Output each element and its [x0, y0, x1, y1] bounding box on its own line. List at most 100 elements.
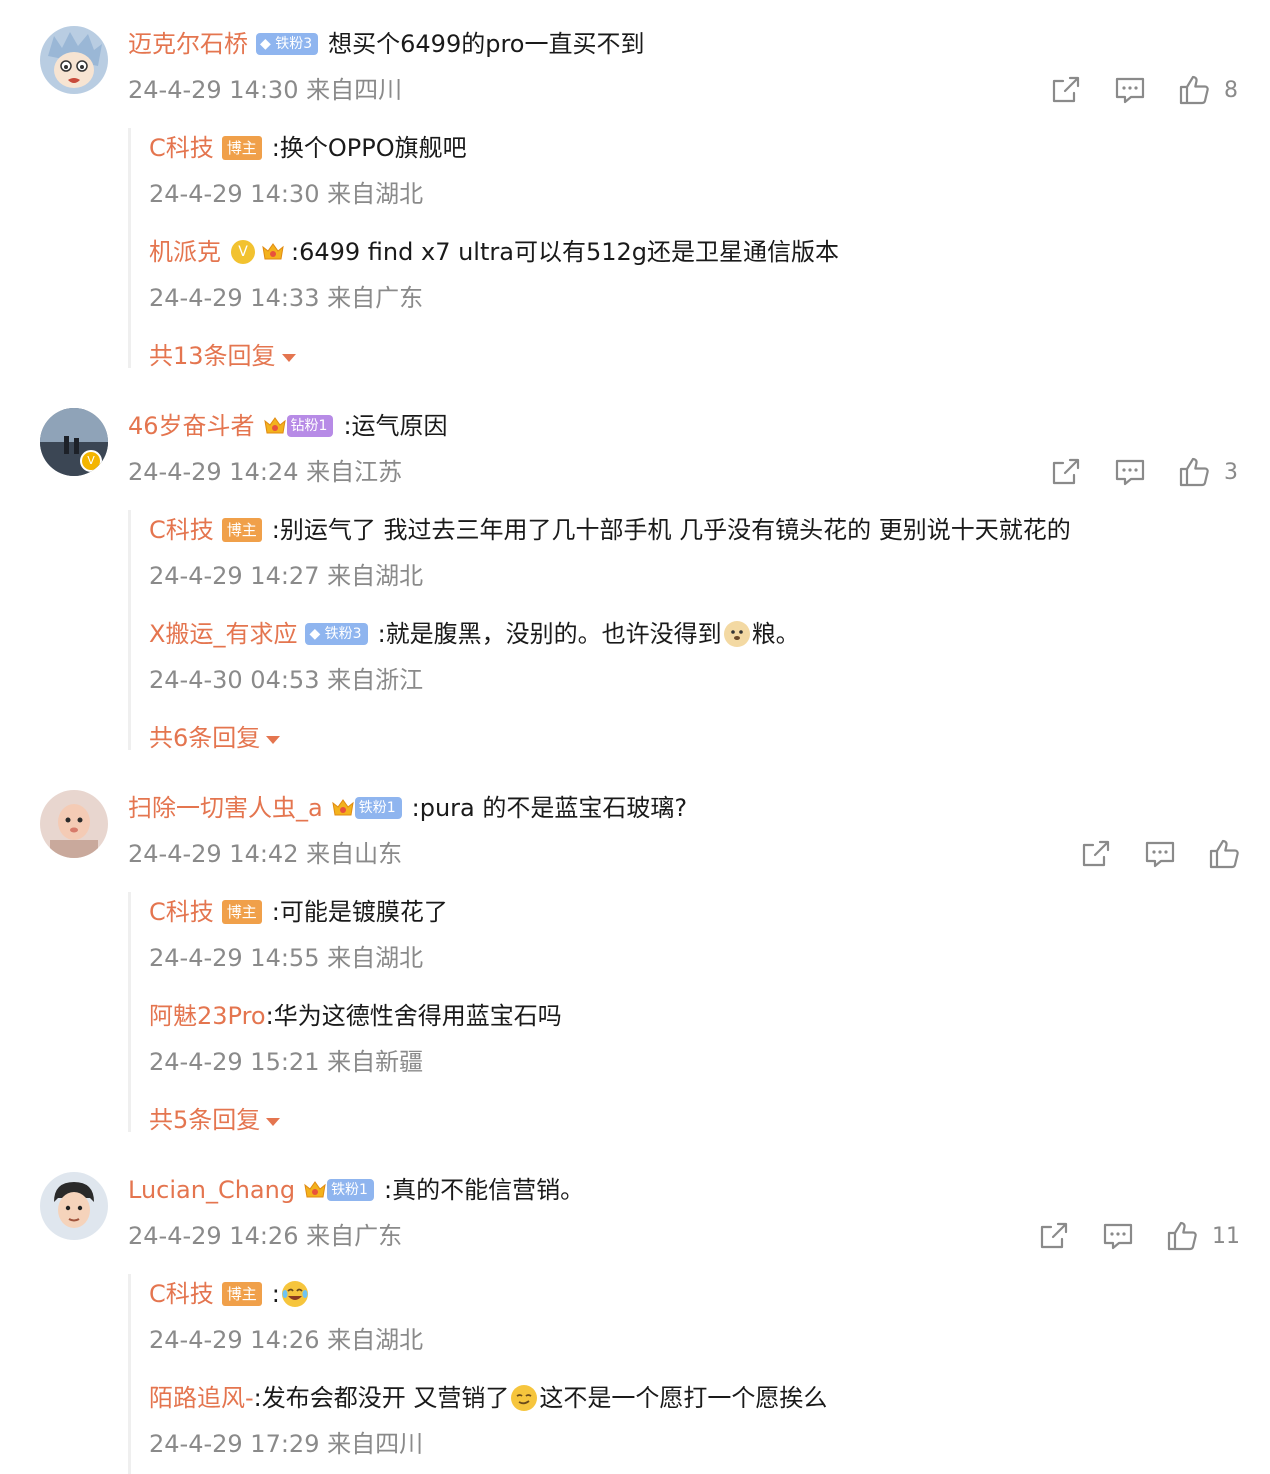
fan-badge[interactable]: ◆ 铁粉3 [305, 623, 368, 645]
caret-down-icon [281, 354, 296, 362]
comment-item: 迈克尔石桥 ◆ 铁粉3 想买个6499的pro一直买不到 24-4-29 14:… [0, 0, 1270, 380]
reply-meta: 24-4-29 17:29 来自四川 [149, 1430, 424, 1458]
more-replies-link[interactable]: 共5条回复 [149, 1104, 281, 1136]
crown-icon [261, 240, 285, 264]
comment-item: 扫除一切害人虫_a 铁粉1 :pura 的不是蓝宝石玻璃? 24-4-29 14… [0, 764, 1270, 1144]
reply-item: C科技 博主 :可能是镀膜花了 [149, 896, 448, 928]
reply-meta: 24-4-29 14:55 来自湖北 [149, 944, 424, 972]
more-replies-label: 共13条回复 [149, 342, 276, 370]
reply-text: :换个OPPO旗舰吧 [271, 134, 467, 162]
comment-icon[interactable] [1114, 74, 1146, 106]
like-icon[interactable] [1178, 74, 1210, 106]
comment-text: :pura 的不是蓝宝石玻璃? [411, 794, 688, 822]
reply-text-tail: 粮。 [751, 620, 800, 648]
comment-text: :真的不能信营销。 [383, 1176, 585, 1204]
like-icon[interactable] [1166, 1220, 1198, 1252]
comment-icon[interactable] [1102, 1220, 1134, 1252]
reply-username[interactable]: C科技 [149, 896, 214, 928]
more-replies-link[interactable]: 共6条回复 [149, 722, 281, 754]
username[interactable]: 扫除一切害人虫_a [128, 792, 323, 824]
comment-icon[interactable] [1114, 456, 1146, 488]
fan-badge[interactable]: 钻粉1 [286, 415, 334, 437]
comment-header: Lucian_Chang 铁粉1 :真的不能信营销。 [128, 1174, 584, 1206]
share-icon[interactable] [1038, 1220, 1070, 1252]
reply-item: 机派克 V :6499 find x7 ultra可以有512g还是卫星通信版本 [149, 236, 839, 268]
reply-username[interactable]: 阿魅23Pro [149, 1000, 266, 1032]
reply-meta: 24-4-29 15:21 来自新疆 [149, 1048, 424, 1076]
reply-thread: C科技 博主 :可能是镀膜花了 24-4-29 14:55 来自湖北 阿魅23P… [128, 892, 562, 1134]
caret-down-icon [266, 736, 281, 744]
username[interactable]: Lucian_Chang [128, 1174, 295, 1206]
reply-thread: C科技 博主 :换个OPPO旗舰吧 24-4-29 14:30 来自湖北 机派克… [128, 128, 839, 370]
reply-text: :6499 find x7 ultra可以有512g还是卫星通信版本 [291, 238, 839, 266]
host-badge: 博主 [221, 136, 262, 160]
comment-header: 扫除一切害人虫_a 铁粉1 :pura 的不是蓝宝石玻璃? [128, 792, 687, 824]
reply-item: X搬运_有求应 ◆ 铁粉3 :就是腹黑，没别的。也许没得到 粮。 [149, 618, 800, 650]
comment-header: 迈克尔石桥 ◆ 铁粉3 想买个6499的pro一直买不到 [128, 28, 644, 60]
smirk-emoji-icon [511, 1385, 538, 1411]
reply-item: 陌路追风- :发布会都没开 又营销了 这不是一个愿打一个愿挨么 [149, 1382, 827, 1414]
like-count: 8 [1224, 77, 1238, 103]
username[interactable]: 迈克尔石桥 [128, 28, 248, 60]
comment-item: Lucian_Chang 铁粉1 :真的不能信营销。 24-4-29 14:26… [0, 1146, 1270, 1474]
reply-meta: 24-4-29 14:30 来自湖北 [149, 180, 424, 208]
fan-badge[interactable]: ◆ 铁粉3 [256, 33, 319, 55]
avatar[interactable]: V [40, 408, 108, 476]
reply-username[interactable]: X搬运_有求应 [149, 618, 297, 650]
reply-meta: 24-4-29 14:33 来自广东 [149, 284, 424, 312]
like-icon[interactable] [1208, 838, 1240, 870]
reply-username[interactable]: C科技 [149, 1278, 214, 1310]
reply-item: C科技 博主 :别运气了 我过去三年用了几十部手机 几乎没有镜头花的 更别说十天… [149, 514, 1071, 546]
reply-username[interactable]: C科技 [149, 132, 214, 164]
avatar[interactable] [40, 790, 108, 858]
reply-username[interactable]: 陌路追风- [149, 1382, 254, 1414]
comment-actions: 3 [1050, 456, 1240, 488]
avatar[interactable] [40, 26, 108, 94]
reply-username[interactable]: 机派克 [149, 236, 221, 268]
comment-text: :运气原因 [343, 412, 448, 440]
comment-meta: 24-4-29 14:24 来自江苏 [128, 458, 403, 486]
verified-icon: V [80, 450, 102, 472]
more-replies-label: 共6条回复 [149, 724, 261, 752]
crown-icon [303, 1178, 327, 1202]
reply-thread: C科技 博主 :别运气了 我过去三年用了几十部手机 几乎没有镜头花的 更别说十天… [128, 510, 1071, 752]
comment-actions [1080, 838, 1240, 870]
doge-emoji-icon [723, 621, 750, 647]
comment-icon[interactable] [1144, 838, 1176, 870]
comment-actions: 8 [1050, 74, 1240, 106]
reply-meta: 24-4-30 04:53 来自浙江 [149, 666, 424, 694]
reply-username[interactable]: C科技 [149, 514, 214, 546]
comment-actions: 11 [1038, 1220, 1240, 1252]
reply-text: : [271, 1280, 280, 1308]
comment-header: 46岁奋斗者 钻粉1 :运气原因 [128, 410, 448, 442]
reply-text-tail: 这不是一个愿打一个愿挨么 [539, 1384, 828, 1412]
more-replies-link[interactable]: 共13条回复 [149, 340, 296, 372]
comment-meta: 24-4-29 14:26 来自广东 [128, 1222, 403, 1250]
reply-text: :就是腹黑，没别的。也许没得到 [377, 620, 722, 648]
like-count: 11 [1212, 1223, 1240, 1249]
comment-meta: 24-4-29 14:30 来自四川 [128, 76, 403, 104]
reply-text: :华为这德性舍得用蓝宝石吗 [265, 1002, 562, 1030]
crown-icon [263, 414, 287, 438]
reply-item: C科技 博主 : [149, 1278, 310, 1310]
fan-badge[interactable]: 铁粉1 [354, 797, 402, 819]
reply-meta: 24-4-29 14:26 来自湖北 [149, 1326, 424, 1354]
comment-meta: 24-4-29 14:42 来自山东 [128, 840, 403, 868]
share-icon[interactable] [1050, 456, 1082, 488]
reply-item: 阿魅23Pro :华为这德性舍得用蓝宝石吗 [149, 1000, 562, 1032]
username[interactable]: 46岁奋斗者 [128, 410, 255, 442]
like-count: 3 [1224, 459, 1238, 485]
share-icon[interactable] [1080, 838, 1112, 870]
reply-text: :别运气了 我过去三年用了几十部手机 几乎没有镜头花的 更别说十天就花的 [271, 516, 1071, 544]
reply-meta: 24-4-29 14:27 来自湖北 [149, 562, 424, 590]
like-icon[interactable] [1178, 456, 1210, 488]
share-icon[interactable] [1050, 74, 1082, 106]
host-badge: 博主 [221, 1282, 262, 1306]
fan-badge[interactable]: 铁粉1 [327, 1179, 374, 1201]
reply-text: :发布会都没开 又营销了 [253, 1384, 510, 1412]
reply-item: C科技 博主 :换个OPPO旗舰吧 [149, 132, 467, 164]
comment-item: V 46岁奋斗者 钻粉1 :运气原因 24-4-29 14:24 来自江苏 3 … [0, 382, 1270, 762]
reply-thread: C科技 博主 : 24-4-29 14:26 来自湖北 陌路追风- :发布会都没… [128, 1274, 827, 1474]
laugh-cry-emoji-icon [281, 1281, 308, 1307]
avatar[interactable] [40, 1172, 108, 1240]
